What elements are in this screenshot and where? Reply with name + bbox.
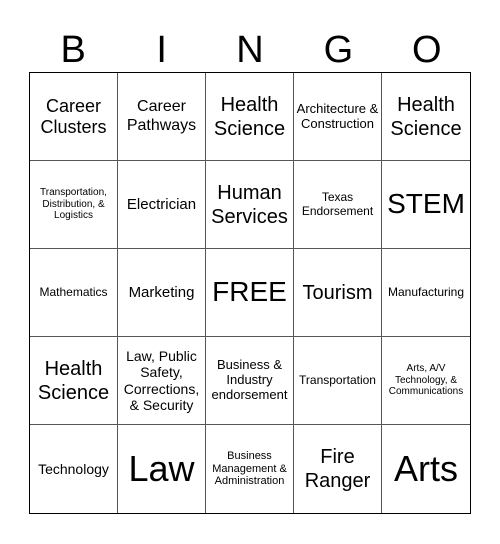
- bingo-cell[interactable]: Health Science: [30, 337, 118, 425]
- free-space-cell[interactable]: FREE: [206, 249, 294, 337]
- bingo-cell[interactable]: Human Services: [206, 161, 294, 249]
- header-letter-n: N: [236, 29, 264, 71]
- bingo-cell[interactable]: Business Management & Administration: [206, 425, 294, 513]
- bingo-cell[interactable]: STEM: [382, 161, 470, 249]
- bingo-cell[interactable]: Texas Endorsement: [294, 161, 382, 249]
- bingo-cell[interactable]: Arts, A/V Technology, & Communications: [382, 337, 470, 425]
- header-letter-g: G: [323, 29, 354, 71]
- header-letter-i: I: [156, 29, 167, 71]
- bingo-cell[interactable]: Law, Public Safety, Corrections, & Secur…: [118, 337, 206, 425]
- bingo-cell[interactable]: Transportation: [294, 337, 382, 425]
- bingo-cell[interactable]: Architecture & Construction: [294, 73, 382, 161]
- bingo-card: Career Clusters Career Pathways Health S…: [29, 72, 471, 514]
- bingo-cell[interactable]: Arts: [382, 425, 470, 513]
- bingo-cell[interactable]: Career Clusters: [30, 73, 118, 161]
- bingo-cell[interactable]: Tourism: [294, 249, 382, 337]
- bingo-cell[interactable]: Health Science: [382, 73, 470, 161]
- bingo-header: B I N G O: [29, 28, 471, 72]
- bingo-cell[interactable]: Electrician: [118, 161, 206, 249]
- header-letter-b: B: [60, 29, 86, 71]
- bingo-cell[interactable]: Mathematics: [30, 249, 118, 337]
- bingo-cell[interactable]: Manufacturing: [382, 249, 470, 337]
- bingo-cell[interactable]: Transportation, Distribution, & Logistic…: [30, 161, 118, 249]
- bingo-cell[interactable]: Technology: [30, 425, 118, 513]
- bingo-cell[interactable]: Law: [118, 425, 206, 513]
- bingo-cell[interactable]: Marketing: [118, 249, 206, 337]
- bingo-cell[interactable]: Business & Industry endorsement: [206, 337, 294, 425]
- header-letter-o: O: [412, 29, 442, 71]
- bingo-cell[interactable]: Fire Ranger: [294, 425, 382, 513]
- bingo-cell[interactable]: Career Pathways: [118, 73, 206, 161]
- bingo-cell[interactable]: Health Science: [206, 73, 294, 161]
